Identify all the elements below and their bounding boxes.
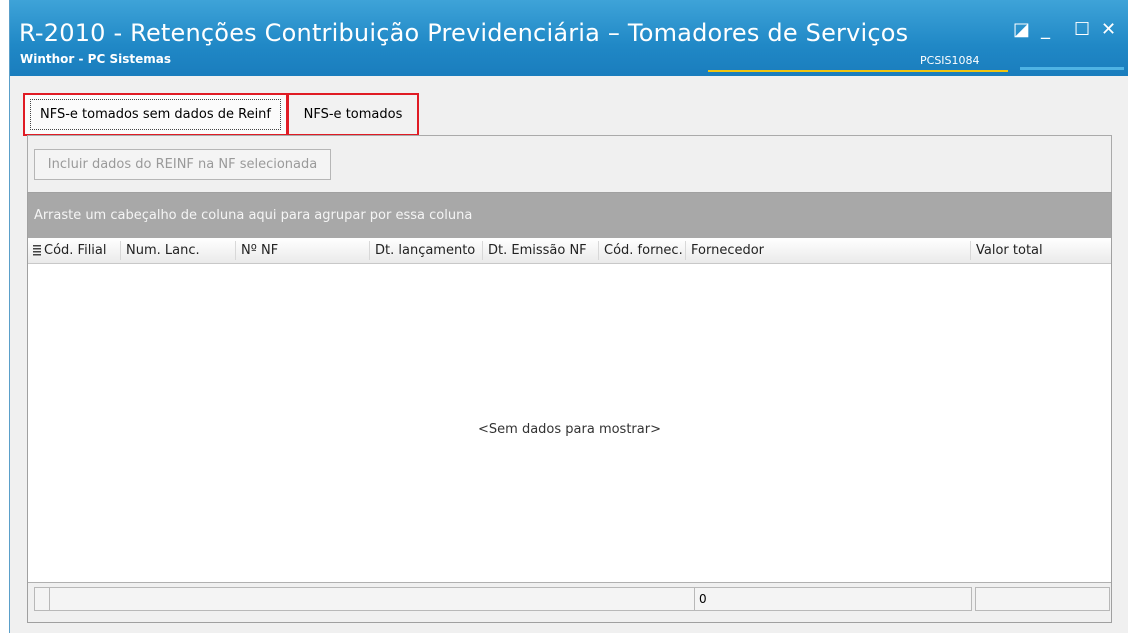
- column-separator: [369, 241, 370, 260]
- column-header-cod-fornec[interactable]: Cód. fornec.: [604, 238, 683, 263]
- footer-cell-valor: [975, 587, 1110, 611]
- minimize-icon[interactable]: _: [1041, 20, 1050, 40]
- grid-footer: 0: [28, 582, 1111, 622]
- maximize-icon[interactable]: ☐: [1074, 20, 1090, 40]
- data-grid: Arraste um cabeçalho de coluna aqui para…: [27, 192, 1112, 623]
- column-separator: [685, 241, 686, 260]
- column-header-cod-filial[interactable]: Cód. Filial: [44, 238, 107, 263]
- column-separator: [235, 241, 236, 260]
- include-reinf-button[interactable]: Incluir dados do REINF na NF selecionada: [34, 149, 331, 180]
- grid-header: Cód. Filial Num. Lanc. Nº NF Dt. lançame…: [28, 238, 1111, 264]
- title-accent-line: [708, 70, 1008, 72]
- window-title: R-2010 - Retenções Contribuição Previden…: [19, 19, 909, 47]
- column-separator: [598, 241, 599, 260]
- group-by-panel[interactable]: Arraste um cabeçalho de coluna aqui para…: [28, 193, 1111, 238]
- tab-nfse-sem-reinf[interactable]: NFS-e tomados sem dados de Reinf: [23, 93, 288, 136]
- tab-nfse-sem-reinf-label: NFS-e tomados sem dados de Reinf: [30, 99, 281, 130]
- footer-cell-indicator: [34, 587, 50, 611]
- tab-nfse-tomados-label: NFS-e tomados: [303, 107, 403, 122]
- tab-nfse-tomados[interactable]: NFS-e tomados: [287, 93, 419, 136]
- restore-icon[interactable]: ◪: [1013, 20, 1030, 40]
- empty-grid-message: <Sem dados para mostrar>: [478, 422, 661, 437]
- footer-total-cell: 0: [694, 587, 972, 611]
- column-header-num-lanc[interactable]: Num. Lanc.: [126, 238, 200, 263]
- column-header-dt-emissao-nf[interactable]: Dt. Emissão NF: [488, 238, 587, 263]
- app-subtitle: Winthor - PC Sistemas: [20, 52, 171, 66]
- column-separator: [482, 241, 483, 260]
- column-header-num-nf[interactable]: Nº NF: [241, 238, 278, 263]
- column-separator: [120, 241, 121, 260]
- close-icon[interactable]: ✕: [1101, 20, 1116, 40]
- screen-code: PCSIS1084: [920, 54, 980, 67]
- title-accent-line-blue: [1020, 67, 1124, 70]
- column-separator: [970, 241, 971, 260]
- column-header-fornecedor[interactable]: Fornecedor: [691, 238, 764, 263]
- column-chooser-icon[interactable]: [33, 245, 41, 256]
- column-header-valor-total[interactable]: Valor total: [976, 238, 1043, 263]
- footer-cell-blank: [49, 587, 695, 611]
- column-header-dt-lancamento[interactable]: Dt. lançamento: [375, 238, 475, 263]
- title-bar[interactable]: R-2010 - Retenções Contribuição Previden…: [10, 0, 1128, 76]
